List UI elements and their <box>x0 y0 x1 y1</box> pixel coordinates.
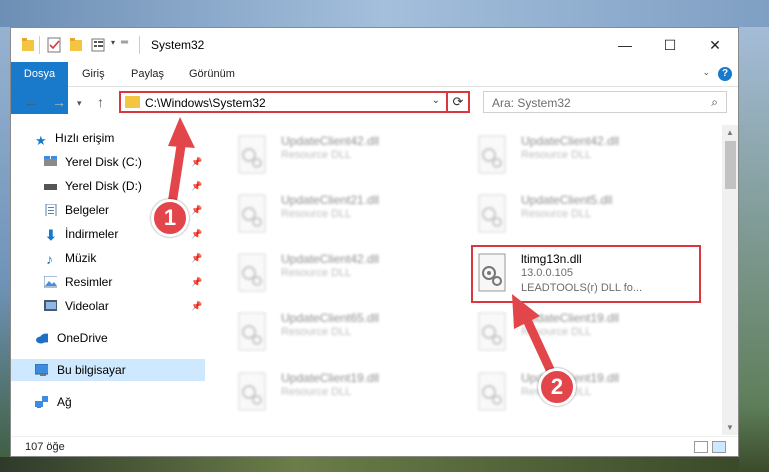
step-marker-2: 2 <box>538 368 576 406</box>
arrow-to-address-bar <box>167 117 195 209</box>
annotation-arrows <box>167 117 558 381</box>
step-marker-1: 1 <box>151 199 189 237</box>
arrow-to-file <box>512 294 558 381</box>
